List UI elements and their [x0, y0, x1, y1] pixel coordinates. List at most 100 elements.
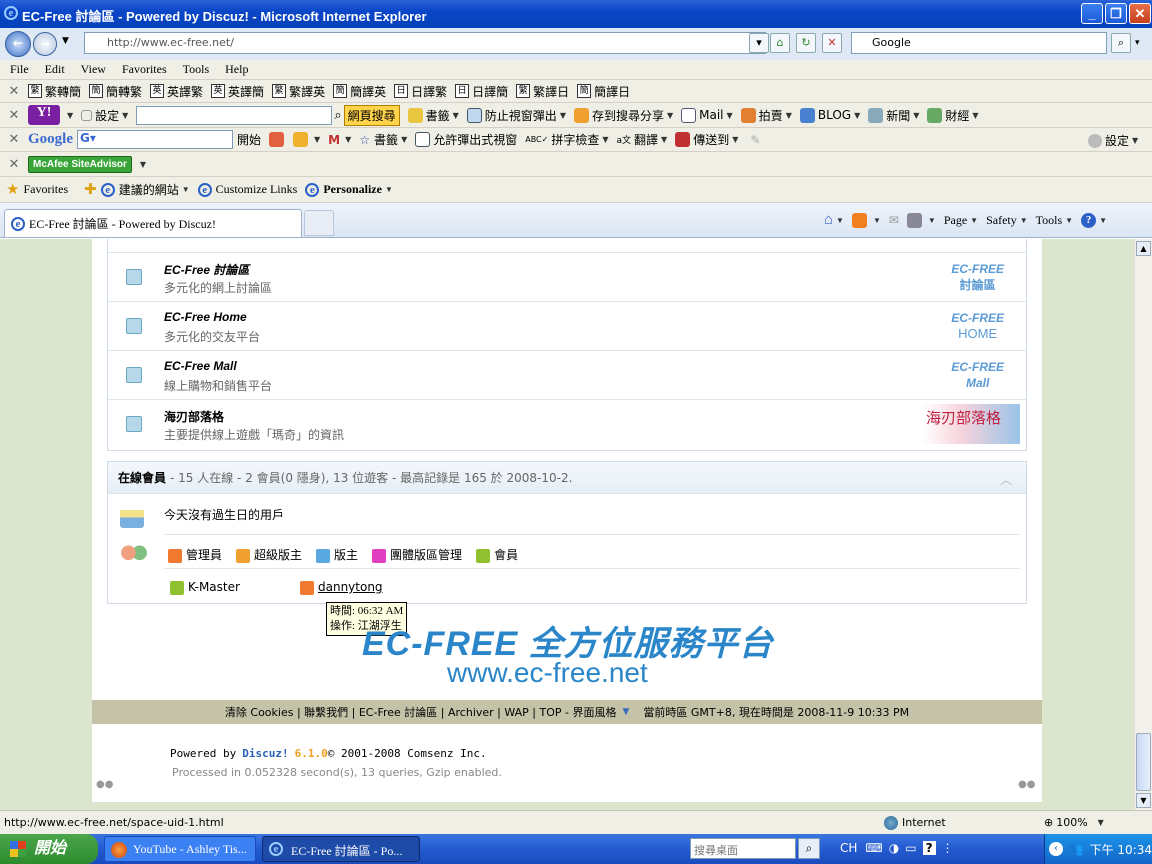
popup-blocker-button[interactable]: 防止視窗彈出 ▼ [466, 107, 566, 124]
network-icon[interactable]: 👥 [1069, 842, 1084, 856]
translate-button[interactable]: 繁繁譯日 [516, 83, 569, 100]
close-button[interactable]: ✕ [1129, 3, 1151, 24]
tab-ec-free[interactable]: e EC-Free 討論區 - Powered by Discuz! [4, 209, 302, 237]
forum-name[interactable]: EC-Free Mall [164, 359, 237, 373]
scroll-down-icon[interactable]: ▼ [1136, 793, 1151, 808]
personalize-link[interactable]: e Personalize ▼ [305, 182, 393, 197]
yahoo-logo-icon[interactable]: Y! [28, 105, 60, 125]
forward-button[interactable]: → [33, 32, 57, 56]
vertical-scrollbar[interactable]: ▲ ▼ [1134, 239, 1152, 810]
forum-logo[interactable]: EC-FREE Mall [951, 359, 1004, 391]
puzzle-icon[interactable] [293, 132, 309, 147]
search-share-button[interactable]: 存到搜尋分享 ▼ [573, 107, 673, 124]
footer-links[interactable]: 清除 Cookies | 聯繫我們 | EC-Free 討論區 | Archiv… [225, 704, 617, 720]
suggested-sites-link[interactable]: e 建議的網站 ▼ [100, 181, 190, 198]
security-zone[interactable]: Internet [884, 815, 1036, 830]
task-youtube[interactable]: YouTube - Ashley Tis... [104, 836, 256, 862]
customize-links-link[interactable]: e Customize Links [197, 182, 297, 197]
tools-menu[interactable]: Tools ▼ [1036, 213, 1073, 228]
highlight-icon[interactable]: ✎ [750, 133, 760, 147]
menu-help[interactable]: Help [225, 62, 248, 77]
forum-logo[interactable]: EC-FREE HOME [951, 310, 1004, 342]
search-icon[interactable]: ⌕ [798, 838, 820, 859]
clock[interactable]: 下午 10:34 [1090, 841, 1152, 858]
translate-button[interactable]: 英英譯簡 [211, 83, 264, 100]
member-dannytong[interactable]: dannytong [300, 580, 383, 595]
menu-edit[interactable]: Edit [45, 62, 65, 77]
forum-logo[interactable]: 海刃部落格 [922, 404, 1020, 444]
news-button[interactable]: 新聞 ▼ [868, 107, 919, 124]
style-dropdown-icon[interactable]: ▼ [622, 707, 629, 717]
forum-row[interactable]: EC-Free Home 多元化的交友平台 EC-FREE HOME [108, 301, 1026, 350]
forum-name[interactable]: EC-Free 討論區 [164, 261, 249, 278]
online-title[interactable]: 在線會員 [118, 469, 166, 486]
read-mail-button[interactable]: ✉ [889, 213, 899, 228]
search-icon[interactable]: ⌕ [1111, 33, 1131, 53]
send-to-button[interactable]: 傳送到 ▼ [675, 131, 738, 148]
translate-button[interactable]: 日日譯簡 [455, 83, 508, 100]
member-name[interactable]: K-Master [188, 580, 240, 594]
spellcheck-button[interactable]: ABC✓ 拼字檢查 ▼ [525, 131, 608, 148]
home-button[interactable]: ⌂ ▼ [824, 212, 844, 229]
translate-button[interactable]: 日日譯繁 [394, 83, 447, 100]
forum-row[interactable]: 海刃部落格 主要提供線上遊戲「瑪奇」的資訊 海刃部落格 [108, 399, 1026, 448]
google-logo-icon[interactable]: Google [28, 131, 73, 148]
print-button[interactable]: ▼ [906, 213, 936, 228]
translate-button[interactable]: 簡簡轉繁 [89, 83, 142, 100]
compat-icon[interactable]: ⌂ [770, 33, 790, 53]
google-translate-button[interactable]: a文 翻譯 ▼ [617, 131, 668, 148]
mail-button[interactable]: Mail ▼ [681, 107, 733, 123]
member-k-master[interactable]: K-Master [170, 580, 300, 595]
close-toolbar-icon[interactable]: ✕ [0, 132, 28, 147]
discuz-link[interactable]: Discuz! [242, 747, 288, 760]
yahoo-search-input[interactable] [136, 105, 333, 125]
google-search-input[interactable]: G▾ [77, 130, 233, 149]
pagerank-icon[interactable] [269, 132, 285, 147]
finance-button[interactable]: 財經 ▼ [927, 107, 979, 124]
forum-row[interactable]: EC-Free Mall 線上購物和銷售平台 EC-FREE Mall [108, 350, 1026, 399]
yahoo-search-button[interactable]: 網頁搜尋 [343, 104, 400, 126]
member-name[interactable]: dannytong [318, 580, 383, 594]
page-menu[interactable]: Page ▼ [944, 213, 978, 228]
yahoo-settings-button[interactable]: 設定 ▼ [81, 107, 128, 124]
zoom-control[interactable]: ⊕ 100% ▼ [1044, 816, 1104, 829]
history-dropdown-icon[interactable]: ▼ [62, 36, 69, 46]
yahoo-bookmarks-button[interactable]: 書籤 ▼ [407, 107, 459, 124]
collapse-icon[interactable]: ︿ [1000, 471, 1012, 488]
search-input[interactable]: Google [851, 32, 1107, 54]
scroll-thumb[interactable] [1136, 733, 1151, 791]
blog-button[interactable]: BLOG ▼ [799, 107, 860, 123]
forum-name[interactable]: 海刃部落格 [164, 408, 224, 425]
desktop-search-input[interactable]: 搜尋桌面 [690, 838, 796, 859]
gmail-icon[interactable]: M [328, 133, 340, 147]
refresh-icon[interactable]: ↻ [796, 33, 816, 53]
safety-menu[interactable]: Safety ▼ [986, 213, 1028, 228]
back-button[interactable]: ← [5, 31, 31, 57]
menu-file[interactable]: File [10, 62, 29, 77]
tray-expand-icon[interactable]: ‹ [1049, 842, 1063, 856]
forum-name[interactable]: EC-Free Home [164, 310, 247, 324]
google-bookmarks-button[interactable]: ☆ 書籤 ▼ [359, 131, 407, 148]
favorites-button[interactable]: ★ Favorites [6, 180, 68, 199]
feeds-button[interactable]: ▼ [851, 213, 881, 228]
forum-row[interactable]: EC-Free 討論區 多元化的網上討論區 EC-FREE 討論區 [108, 252, 1026, 301]
menu-favorites[interactable]: Favorites [122, 62, 167, 77]
auction-button[interactable]: 拍賣 ▼ [740, 107, 792, 124]
minimize-button[interactable]: _ [1081, 3, 1103, 24]
translate-button[interactable]: 繁繁轉簡 [28, 83, 81, 100]
help-button[interactable]: ? ▼ [1081, 213, 1107, 228]
start-button[interactable]: 開始 [0, 834, 98, 864]
allow-popup-button[interactable]: 允許彈出式視窗 [415, 131, 517, 148]
menu-tools[interactable]: Tools [183, 62, 210, 77]
close-toolbar-icon[interactable]: ✕ [0, 108, 28, 123]
yahoo-menu-icon[interactable]: ▼ [67, 111, 73, 120]
mcafee-menu-icon[interactable]: ▼ [140, 160, 146, 169]
mcafee-siteadvisor-button[interactable]: McAfee SiteAdvisor [28, 155, 132, 173]
translate-button[interactable]: 簡簡譯日 [577, 83, 630, 100]
language-bar[interactable]: CH ⌨ ◑ ▭ ? ⋮ [840, 841, 954, 855]
address-field[interactable]: http://www.ec-free.net/ [84, 32, 766, 54]
google-start-button[interactable]: 開始 [237, 131, 261, 148]
forum-logo[interactable]: EC-FREE 討論區 [951, 261, 1004, 293]
close-toolbar-icon[interactable]: ✕ [0, 84, 28, 99]
search-options-icon[interactable]: ▾ [1135, 38, 1140, 48]
